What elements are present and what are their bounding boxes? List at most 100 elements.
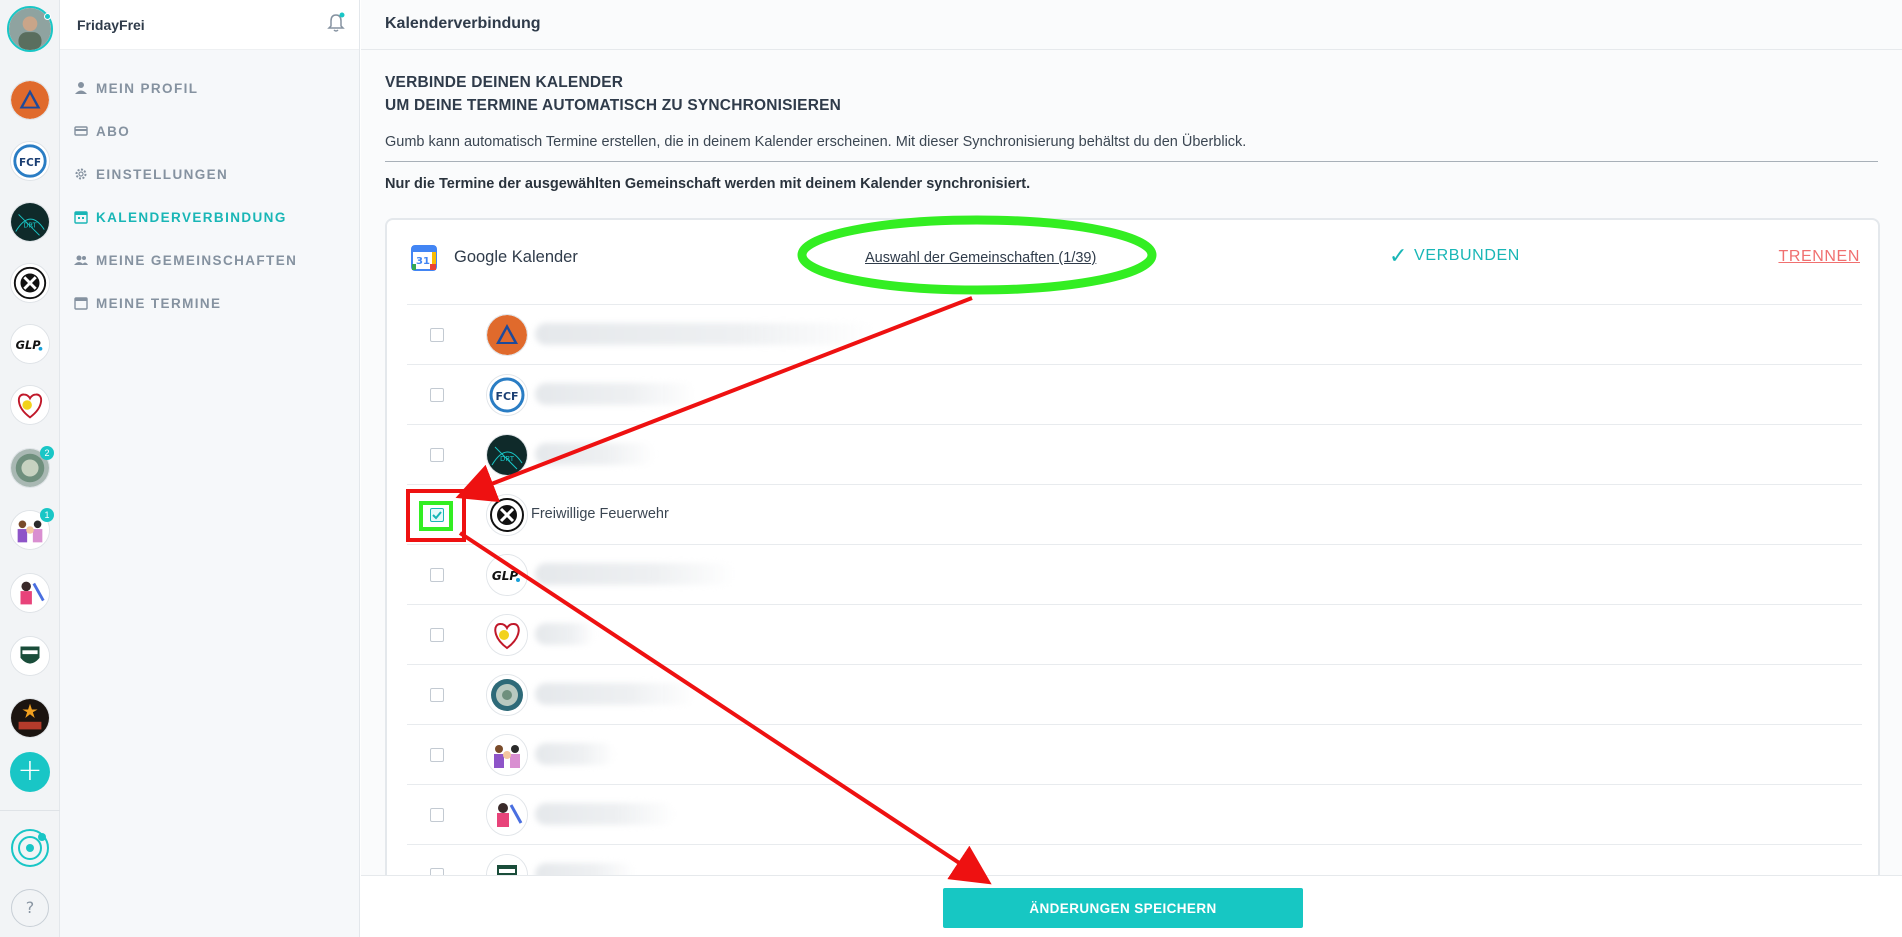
sidebar-item-label: MEINE GEMEINSCHAFTEN [96,252,298,268]
main-header: Kalenderverbindung [361,0,1902,50]
community-avatar-1[interactable] [10,80,50,120]
online-dot [44,13,51,20]
redacted-name [535,563,735,585]
connection-status-label: VERBUNDEN [1414,247,1520,264]
sync-note: Nur die Termine der ausgewählten Gemeins… [385,176,1031,192]
user-icon [74,81,88,95]
community-row[interactable]: FCF [407,365,1862,425]
sidebar-item-meine-gemeinschaften[interactable]: MEINE GEMEINSCHAFTEN [74,250,297,270]
community-avatar-10[interactable] [10,636,50,676]
community-avatar-5[interactable]: GLP [10,324,50,364]
community-checkbox[interactable] [430,508,444,522]
sidebar-item-label: MEINE TERMINE [96,295,222,311]
settings-sidebar: FridayFrei MEIN PROFIL ABO EINSTELLUNGEN… [60,0,360,937]
bell-icon[interactable] [326,12,346,34]
divider [385,161,1878,162]
community-avatar: FCF [486,374,528,416]
community-row[interactable] [407,305,1862,365]
headline-line-2: UM DEINE TERMINE AUTOMATISCH ZU SYNCHRON… [385,97,842,114]
community-rail: FCF DRT GLP 2 1 + ? [0,0,60,937]
redacted-name [535,383,695,405]
community-checkbox[interactable] [430,328,444,342]
sidebar-item-mein-profil[interactable]: MEIN PROFIL [74,78,198,98]
community-row[interactable] [407,605,1862,665]
community-avatar-6[interactable] [10,385,50,425]
community-avatar [486,734,528,776]
community-row[interactable]: Freiwillige Feuerwehr [407,485,1862,545]
main-content: Kalenderverbindung VERBINDE DEINEN KALEN… [361,0,1902,937]
community-row[interactable]: DRT [407,425,1862,485]
sidebar-item-label: KALENDERVERBINDUNG [96,209,287,225]
svg-text:FCF: FCF [19,157,41,169]
google-calendar-icon: 31 [411,245,437,271]
card-icon [74,124,88,138]
discover-icon[interactable] [10,828,50,868]
description-text: Gumb kann automatisch Termine erstellen,… [385,134,1247,150]
community-row[interactable] [407,725,1862,785]
sidebar-item-label: EINSTELLUNGEN [96,166,229,182]
footer-bar: ÄNDERUNGEN SPEICHERN [361,875,1902,937]
community-avatar: DRT [486,434,528,476]
sidebar-item-abo[interactable]: ABO [74,121,130,141]
section-headline: VERBINDE DEINEN KALENDER UM DEINE TERMIN… [385,71,841,117]
community-row[interactable]: GLP [407,545,1862,605]
sidebar-item-kalenderverbindung[interactable]: KALENDERVERBINDUNG [74,207,287,227]
svg-text:DRT: DRT [23,222,37,230]
redacted-name [535,743,615,765]
svg-text:GLP: GLP [492,569,518,583]
svg-text:DRT: DRT [500,455,515,463]
sidebar-item-meine-termine[interactable]: MEINE TERMINE [74,293,221,313]
community-avatar-9[interactable] [10,573,50,613]
community-avatar [486,794,528,836]
notification-badge: 1 [40,508,54,522]
checkmark-icon [432,511,442,520]
community-avatar [486,614,528,656]
community-checkbox[interactable] [430,808,444,822]
sidebar-item-einstellungen[interactable]: EINSTELLUNGEN [74,164,228,184]
community-name: Freiwillige Feuerwehr [531,506,669,522]
community-avatar [486,494,528,536]
svg-text:FCF: FCF [495,390,518,403]
save-changes-button[interactable]: ÄNDERUNGEN SPEICHERN [943,888,1303,928]
community-avatar-11[interactable] [10,698,50,738]
redacted-name [535,803,675,825]
add-community-button[interactable]: + [10,752,50,792]
community-checkbox[interactable] [430,628,444,642]
community-avatar: GLP [486,554,528,596]
rail-divider [0,810,60,811]
community-avatar [486,314,528,356]
community-avatar [486,674,528,716]
community-selection-link[interactable]: Auswahl der Gemeinschaften (1/39) [865,250,1096,266]
redacted-name [535,683,695,705]
svg-text:31: 31 [416,256,430,267]
community-avatar-4[interactable] [10,263,50,303]
gear-icon [74,167,88,181]
calendar-card: 31 Google Kalender Auswahl der Gemeinsch… [385,218,1880,918]
community-avatar-2[interactable]: FCF [10,141,50,181]
page-title: Kalenderverbindung [385,15,541,32]
users-icon [74,253,88,267]
community-checkbox[interactable] [430,388,444,402]
community-row[interactable] [407,665,1862,725]
headline-line-1: VERBINDE DEINEN KALENDER [385,74,624,91]
calendar-icon [74,210,88,224]
redacted-name [535,443,655,465]
check-icon: ✓ [1389,243,1409,268]
community-checkbox[interactable] [430,568,444,582]
svg-text:GLP: GLP [16,338,42,352]
sidebar-header: FridayFrei [60,0,359,50]
redacted-name [535,623,595,645]
notification-badge: 2 [40,446,54,460]
community-checkbox[interactable] [430,688,444,702]
sidebar-item-label: ABO [96,123,131,139]
help-button[interactable]: ? [11,889,49,927]
community-checkbox[interactable] [430,748,444,762]
calendar-icon [74,296,88,310]
sidebar-item-label: MEIN PROFIL [96,80,199,96]
community-avatar-3[interactable]: DRT [10,202,50,242]
community-row[interactable] [407,785,1862,845]
disconnect-button[interactable]: TRENNEN [1778,248,1860,266]
community-checkbox[interactable] [430,448,444,462]
connection-status: ✓ VERBUNDEN [1389,243,1520,268]
username: FridayFrei [77,17,145,33]
